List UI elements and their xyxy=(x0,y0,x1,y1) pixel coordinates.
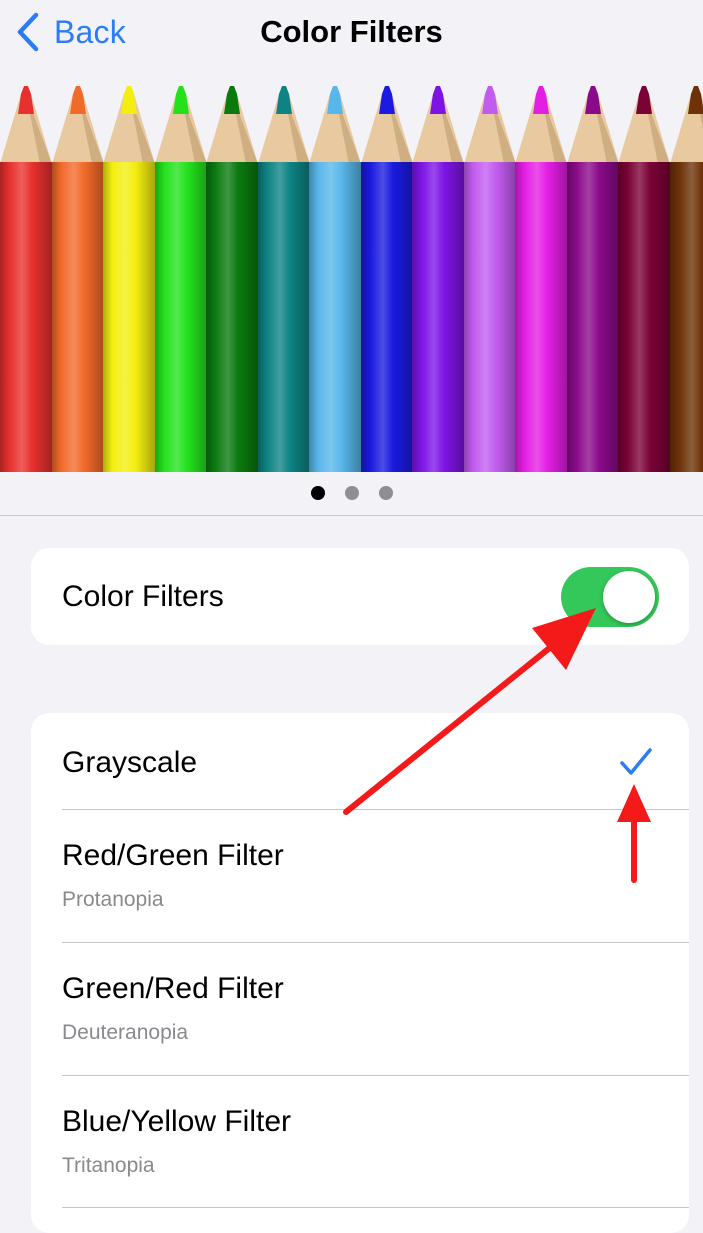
filter-title: Grayscale xyxy=(62,746,197,780)
pencil-image xyxy=(258,84,310,472)
pencil-image xyxy=(309,84,361,472)
filter-title: Blue/Yellow Filter xyxy=(62,1105,291,1139)
page-dot[interactable] xyxy=(379,486,393,500)
checkmark-icon xyxy=(619,747,653,777)
filter-subtitle: Deuteranopia xyxy=(62,1021,188,1045)
filter-subtitle: Protanopia xyxy=(62,888,164,912)
pencil-image xyxy=(412,84,464,472)
page-title: Color Filters xyxy=(0,14,703,50)
switch-knob xyxy=(603,571,655,623)
filter-option-grayscale[interactable]: Grayscale xyxy=(31,713,689,810)
pencil-image xyxy=(515,84,567,472)
color-filters-switch[interactable] xyxy=(561,567,659,627)
page-dot[interactable] xyxy=(345,486,359,500)
filter-subtitle: Tritanopia xyxy=(62,1154,155,1178)
navigation-bar: Back Color Filters xyxy=(0,0,703,64)
color-filters-label: Color Filters xyxy=(62,580,224,614)
pencil-image xyxy=(103,84,155,472)
row-divider xyxy=(62,1207,689,1208)
filter-option-green-red[interactable]: Green/Red Filter Deuteranopia xyxy=(31,943,689,1075)
filter-option-red-green[interactable]: Red/Green Filter Protanopia xyxy=(31,810,689,942)
pencil-image xyxy=(464,84,516,472)
pencil-image xyxy=(670,84,703,472)
pencil-image xyxy=(361,84,413,472)
section-divider xyxy=(0,515,703,516)
pencil-image xyxy=(155,84,207,472)
filter-list: Grayscale Red/Green Filter Protanopia Gr… xyxy=(31,713,689,1233)
page-indicator[interactable] xyxy=(0,486,703,500)
filter-option-blue-yellow[interactable]: Blue/Yellow Filter Tritanopia xyxy=(31,1076,689,1208)
pencil-image xyxy=(52,84,104,472)
preview-gallery[interactable] xyxy=(0,84,703,472)
page-dot[interactable] xyxy=(311,486,325,500)
pencil-image xyxy=(0,84,52,472)
filter-title: Red/Green Filter xyxy=(62,839,284,873)
filter-title: Green/Red Filter xyxy=(62,972,284,1006)
color-filters-toggle-row: Color Filters xyxy=(31,548,689,645)
pencil-image xyxy=(206,84,258,472)
pencil-image xyxy=(618,84,670,472)
pencil-image xyxy=(567,84,619,472)
